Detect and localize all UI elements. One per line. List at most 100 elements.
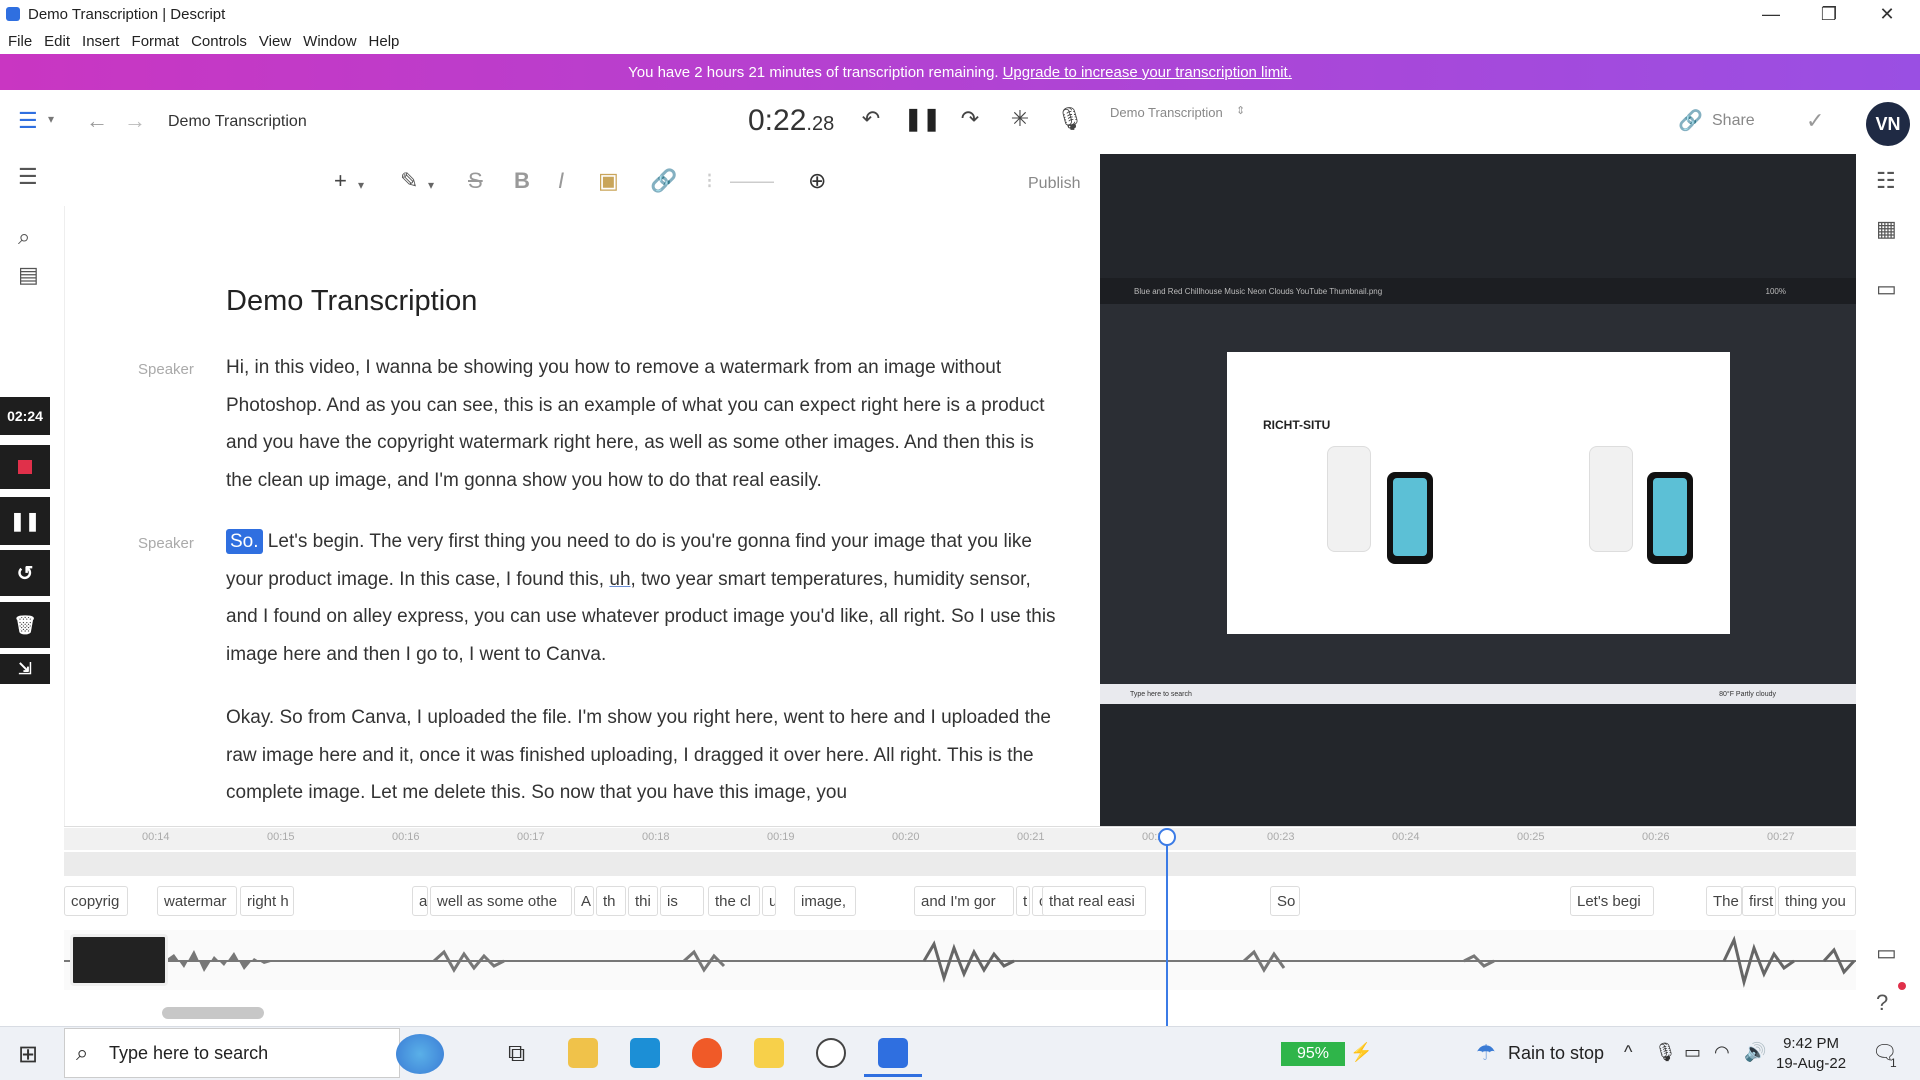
- scene-track[interactable]: [64, 852, 1856, 876]
- word-chip[interactable]: Let's begi: [1570, 886, 1654, 916]
- word-chip[interactable]: well as some othe: [430, 886, 572, 916]
- menu-edit[interactable]: Edit: [44, 33, 70, 50]
- record-restart-button[interactable]: ↺: [0, 550, 50, 596]
- transcript-paragraph[interactable]: Hi, in this video, I wanna be showing yo…: [226, 349, 1056, 499]
- clock-app-icon[interactable]: [816, 1038, 846, 1068]
- descript-menu-icon[interactable]: ☰: [18, 108, 38, 134]
- minimize-button[interactable]: —: [1742, 0, 1800, 28]
- composition-selector[interactable]: Demo Transcription: [1110, 105, 1223, 120]
- properties-icon[interactable]: ☷: [1876, 168, 1896, 194]
- filler-word[interactable]: uh: [609, 569, 630, 590]
- timeline-toggle-icon[interactable]: ▭: [1876, 940, 1897, 966]
- italic-icon[interactable]: I: [558, 168, 564, 194]
- bold-icon[interactable]: B: [514, 168, 530, 194]
- transcript-paragraph[interactable]: So. Let's begin. The very first thing yo…: [226, 523, 1056, 673]
- taskbar-clock[interactable]: 9:42 PM 19-Aug-22: [1776, 1034, 1846, 1074]
- word-chip[interactable]: first: [1742, 886, 1776, 916]
- sticky-notes-icon[interactable]: [754, 1038, 784, 1068]
- word-chip[interactable]: and I'm gor: [914, 886, 1014, 916]
- word-chip[interactable]: So: [1270, 886, 1300, 916]
- menu-insert[interactable]: Insert: [82, 33, 120, 50]
- word-chip[interactable]: a: [412, 886, 428, 916]
- word-chip[interactable]: th: [596, 886, 626, 916]
- taskbar-search-input[interactable]: Type here to search: [64, 1028, 400, 1078]
- effects-icon[interactable]: ✳: [1004, 106, 1036, 132]
- transcript-paragraph[interactable]: Okay. So from Canva, I uploaded the file…: [226, 699, 1056, 819]
- menu-file[interactable]: File: [8, 33, 32, 50]
- word-chip[interactable]: that real easi: [1042, 886, 1146, 916]
- close-button[interactable]: ✕: [1858, 0, 1916, 28]
- composition-chevron-icon[interactable]: ⇕: [1236, 104, 1245, 117]
- battery-indicator[interactable]: 95%: [1281, 1042, 1345, 1066]
- selected-word[interactable]: So.: [226, 529, 263, 554]
- audio-waveform-track[interactable]: [64, 930, 1856, 990]
- word-chip[interactable]: A: [574, 886, 594, 916]
- user-avatar[interactable]: VN: [1866, 102, 1910, 146]
- scene-thumbnail[interactable]: [70, 934, 168, 986]
- battery-tray-icon[interactable]: ▭: [1684, 1042, 1701, 1063]
- add-comment-icon[interactable]: ⊕: [808, 168, 826, 194]
- speaker-label[interactable]: Speaker: [138, 535, 194, 552]
- record-stop-button[interactable]: [0, 445, 50, 489]
- quick-edit-chevron-icon[interactable]: ▾: [428, 178, 434, 192]
- descript-taskbar-icon[interactable]: [878, 1038, 908, 1068]
- word-chip[interactable]: right h: [240, 886, 294, 916]
- playhead[interactable]: [1166, 830, 1168, 1030]
- quick-edit-icon[interactable]: ✎: [400, 168, 418, 194]
- playhead-handle[interactable]: [1158, 828, 1176, 846]
- menu-help[interactable]: Help: [369, 33, 400, 50]
- word-chip[interactable]: u: [762, 886, 776, 916]
- back-arrow-icon[interactable]: ←: [86, 108, 108, 134]
- word-chip[interactable]: image,: [794, 886, 856, 916]
- link-tool-icon[interactable]: 🔗: [650, 168, 677, 194]
- word-chip[interactable]: The: [1706, 886, 1742, 916]
- document-title[interactable]: Demo Transcription: [226, 285, 477, 318]
- link-icon[interactable]: 🔗: [1678, 108, 1703, 133]
- help-icon[interactable]: ?: [1876, 990, 1888, 1016]
- weather-status[interactable]: Rain to stop: [1508, 1043, 1604, 1064]
- speaker-label[interactable]: Speaker: [138, 361, 194, 378]
- marker-icon[interactable]: ⁝: [706, 168, 713, 194]
- word-chip[interactable]: watermar: [157, 886, 237, 916]
- word-chip[interactable]: is: [660, 886, 704, 916]
- document-name[interactable]: Demo Transcription: [168, 113, 307, 131]
- volume-icon[interactable]: 🔊: [1744, 1042, 1766, 1063]
- timeline-scrollbar[interactable]: [162, 1007, 264, 1019]
- word-chip[interactable]: the cl: [708, 886, 760, 916]
- microphone-icon[interactable]: 🎙: [1054, 106, 1086, 132]
- record-delete-icon[interactable]: 🗑: [0, 602, 50, 648]
- search-highlight-icon[interactable]: [396, 1034, 444, 1074]
- brave-browser-icon[interactable]: [692, 1038, 722, 1068]
- windows-start-icon[interactable]: ⊞: [18, 1040, 38, 1069]
- chevron-up-icon[interactable]: ^: [1624, 1042, 1632, 1063]
- word-chip[interactable]: t: [1016, 886, 1030, 916]
- highlight-icon[interactable]: ▣: [598, 168, 619, 194]
- menu-window[interactable]: Window: [303, 33, 356, 50]
- word-chip[interactable]: copyrig: [64, 886, 128, 916]
- timeline-ruler[interactable]: [64, 828, 1856, 850]
- pause-button[interactable]: ❚❚: [904, 106, 941, 132]
- menu-format[interactable]: Format: [132, 33, 180, 50]
- word-chip[interactable]: thi: [628, 886, 658, 916]
- library-icon[interactable]: ▤: [18, 262, 39, 288]
- insert-chevron-icon[interactable]: ▾: [358, 178, 364, 192]
- forward-arrow-icon[interactable]: →: [124, 108, 146, 134]
- chevron-down-icon[interactable]: ▾: [48, 112, 54, 126]
- zoom-app-icon[interactable]: [630, 1038, 660, 1068]
- menu-controls[interactable]: Controls: [191, 33, 247, 50]
- hamburger-menu-icon[interactable]: ☰: [18, 164, 38, 190]
- mic-tray-icon[interactable]: 🎙: [1654, 1042, 1677, 1063]
- record-minimize-icon[interactable]: ⇲: [0, 654, 50, 684]
- check-circle-icon[interactable]: ✓: [1806, 108, 1824, 134]
- restore-button[interactable]: ❐: [1800, 0, 1858, 28]
- search-icon[interactable]: ⌕: [18, 224, 30, 250]
- upgrade-link[interactable]: Upgrade to increase your transcription l…: [1003, 64, 1292, 81]
- wifi-icon[interactable]: ◠: [1714, 1042, 1730, 1063]
- insert-plus-icon[interactable]: +: [334, 168, 347, 194]
- weather-icon[interactable]: ☂: [1476, 1040, 1496, 1066]
- skip-forward-icon[interactable]: ↷: [954, 106, 986, 132]
- publish-button[interactable]: Publish: [1028, 175, 1080, 193]
- file-explorer-icon[interactable]: [568, 1038, 598, 1068]
- task-view-icon[interactable]: ⧉: [508, 1040, 525, 1068]
- menu-view[interactable]: View: [259, 33, 291, 50]
